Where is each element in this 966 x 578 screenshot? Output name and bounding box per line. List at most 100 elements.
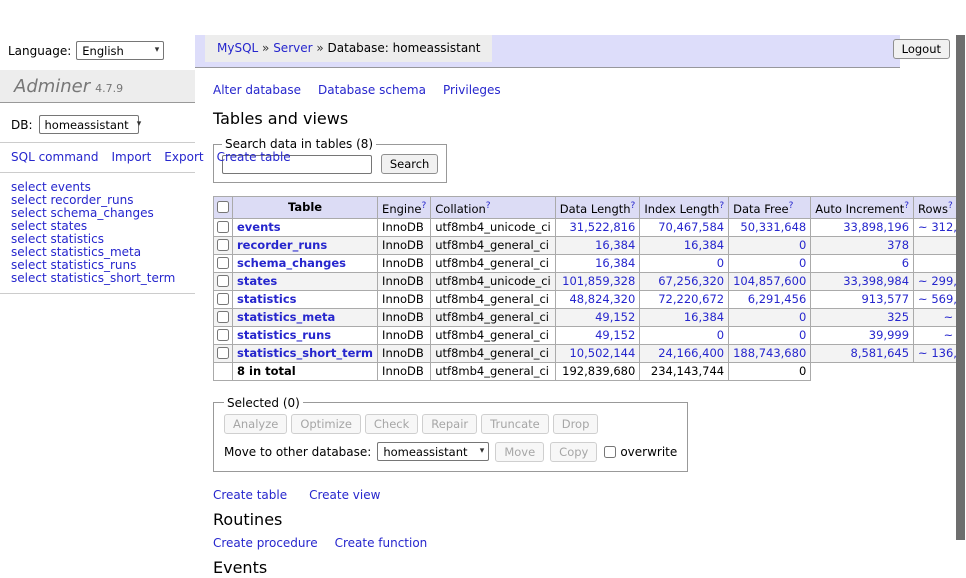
cell-engine: InnoDB	[378, 290, 431, 308]
column-help-link[interactable]: ?	[789, 201, 794, 211]
index_length-link[interactable]: 0	[717, 328, 724, 342]
column-help-link[interactable]: ?	[421, 201, 426, 211]
sidebar-action-link[interactable]: Create table	[217, 150, 291, 164]
scrollbar-thumb[interactable]	[956, 35, 965, 540]
repair-button[interactable]: Repair	[422, 414, 477, 434]
cell-data_length: 49,152	[555, 326, 640, 344]
move-db-select[interactable]: homeassistant ▾	[377, 442, 489, 461]
index_length-link[interactable]: 0	[717, 256, 724, 270]
subnav-link[interactable]: Alter database	[213, 83, 301, 97]
table-name-link[interactable]: recorder_runs	[237, 238, 327, 252]
index_length-link[interactable]: 16,384	[684, 310, 724, 324]
sidebar-action-links: SQL commandImportExportCreate table	[11, 151, 183, 164]
table-name-link[interactable]: events	[237, 220, 281, 234]
db-select[interactable]: homeassistant ▾	[39, 115, 139, 134]
data_length-link[interactable]: 31,522,816	[569, 220, 635, 234]
data_length-link[interactable]: 10,502,144	[569, 346, 635, 360]
table-name-link[interactable]: states	[237, 274, 277, 288]
move-button[interactable]: Move	[495, 442, 544, 462]
row-checkbox[interactable]	[217, 239, 229, 251]
auto_increment-link[interactable]: 39,999	[869, 328, 909, 342]
check-button[interactable]: Check	[365, 414, 418, 434]
cell-collation: utf8mb4_general_ci	[431, 344, 556, 362]
search-button[interactable]: Search	[381, 154, 439, 174]
column-label: Table	[288, 200, 322, 214]
create-table-link[interactable]: Create table	[213, 488, 287, 502]
data_free-link[interactable]: 0	[799, 238, 806, 252]
data_length-link[interactable]: 48,824,320	[569, 292, 635, 306]
column-help-link[interactable]: ?	[948, 201, 953, 211]
cell-data_free: 0	[729, 254, 811, 272]
index_length-link[interactable]: 16,384	[684, 238, 724, 252]
select-all-checkbox[interactable]	[217, 201, 229, 213]
cell-data_free: 0	[729, 326, 811, 344]
data_free-link[interactable]: 188,743,680	[733, 346, 806, 360]
tables-table: TableEngine?Collation?Data Length?Index …	[213, 196, 966, 381]
data_free-link[interactable]: 0	[799, 310, 806, 324]
data_free-link[interactable]: 6,291,456	[748, 292, 807, 306]
data_length-link[interactable]: 49,152	[595, 310, 635, 324]
breadcrumb-link[interactable]: MySQL	[217, 41, 258, 55]
row-checkbox[interactable]	[217, 275, 229, 287]
index_length-link[interactable]: 72,220,672	[658, 292, 724, 306]
data_length-link[interactable]: 101,859,328	[562, 274, 635, 288]
cell-engine: InnoDB	[378, 344, 431, 362]
copy-button[interactable]: Copy	[550, 442, 597, 462]
scrollbar[interactable]	[956, 35, 966, 578]
overwrite-checkbox[interactable]	[604, 446, 616, 458]
data_free-link[interactable]: 0	[799, 256, 806, 270]
row-checkbox[interactable]	[217, 311, 229, 323]
sidebar-select-link[interactable]: select statistics_short_term	[11, 272, 195, 285]
row-checkbox[interactable]	[217, 329, 229, 341]
auto_increment-link[interactable]: 378	[887, 238, 909, 252]
truncate-button[interactable]: Truncate	[481, 414, 549, 434]
sidebar-action-link[interactable]: SQL command	[11, 150, 98, 164]
row-checkbox-cell	[214, 308, 233, 326]
row-checkbox[interactable]	[217, 293, 229, 305]
create-view-link[interactable]: Create view	[309, 488, 380, 502]
index_length-link[interactable]: 24,166,400	[658, 346, 724, 360]
data_length-link[interactable]: 16,384	[595, 256, 635, 270]
data_length-link[interactable]: 16,384	[595, 238, 635, 252]
table-row: statistics_runsInnoDButf8mb4_general_ci4…	[214, 326, 966, 344]
index_length-link[interactable]: 67,256,320	[658, 274, 724, 288]
cell-auto_increment: 8,581,645	[811, 344, 914, 362]
auto_increment-link[interactable]: 8,581,645	[851, 346, 910, 360]
logout-button[interactable]: Logout	[893, 39, 950, 59]
column-label: Index Length	[644, 202, 719, 216]
sidebar-action-link[interactable]: Export	[164, 150, 203, 164]
drop-button[interactable]: Drop	[553, 414, 599, 434]
column-help-link[interactable]: ?	[719, 201, 724, 211]
optimize-button[interactable]: Optimize	[291, 414, 361, 434]
data_length-link[interactable]: 49,152	[595, 328, 635, 342]
data_free-link[interactable]: 50,331,648	[740, 220, 806, 234]
auto_increment-link[interactable]: 325	[887, 310, 909, 324]
data_free-link[interactable]: 104,857,600	[733, 274, 806, 288]
row-checkbox[interactable]	[217, 347, 229, 359]
table-name-link[interactable]: statistics_short_term	[237, 346, 373, 360]
cell-data_length: 48,824,320	[555, 290, 640, 308]
row-checkbox[interactable]	[217, 221, 229, 233]
column-help-link[interactable]: ?	[904, 201, 909, 211]
row-checkbox[interactable]	[217, 257, 229, 269]
column-help-link[interactable]: ?	[631, 201, 636, 211]
chevron-down-icon: ▾	[137, 120, 142, 129]
subnav-link[interactable]: Privileges	[443, 83, 501, 97]
auto_increment-link[interactable]: 6	[902, 256, 909, 270]
row-checkbox-cell	[214, 236, 233, 254]
table-name-link[interactable]: schema_changes	[237, 256, 346, 270]
cell-collation: utf8mb4_general_ci	[431, 326, 556, 344]
breadcrumb-link[interactable]: Server	[273, 41, 312, 55]
auto_increment-link[interactable]: 913,577	[861, 292, 909, 306]
table-name-link[interactable]: statistics_runs	[237, 328, 331, 342]
auto_increment-link[interactable]: 33,398,984	[843, 274, 909, 288]
auto_increment-link[interactable]: 33,898,196	[843, 220, 909, 234]
analyze-button[interactable]: Analyze	[224, 414, 287, 434]
table-name-link[interactable]: statistics	[237, 292, 297, 306]
data_free-link[interactable]: 0	[799, 328, 806, 342]
table-name-link[interactable]: statistics_meta	[237, 310, 335, 324]
index_length-link[interactable]: 70,467,584	[658, 220, 724, 234]
column-help-link[interactable]: ?	[486, 201, 491, 211]
subnav-link[interactable]: Database schema	[318, 83, 426, 97]
sidebar-action-link[interactable]: Import	[111, 150, 151, 164]
